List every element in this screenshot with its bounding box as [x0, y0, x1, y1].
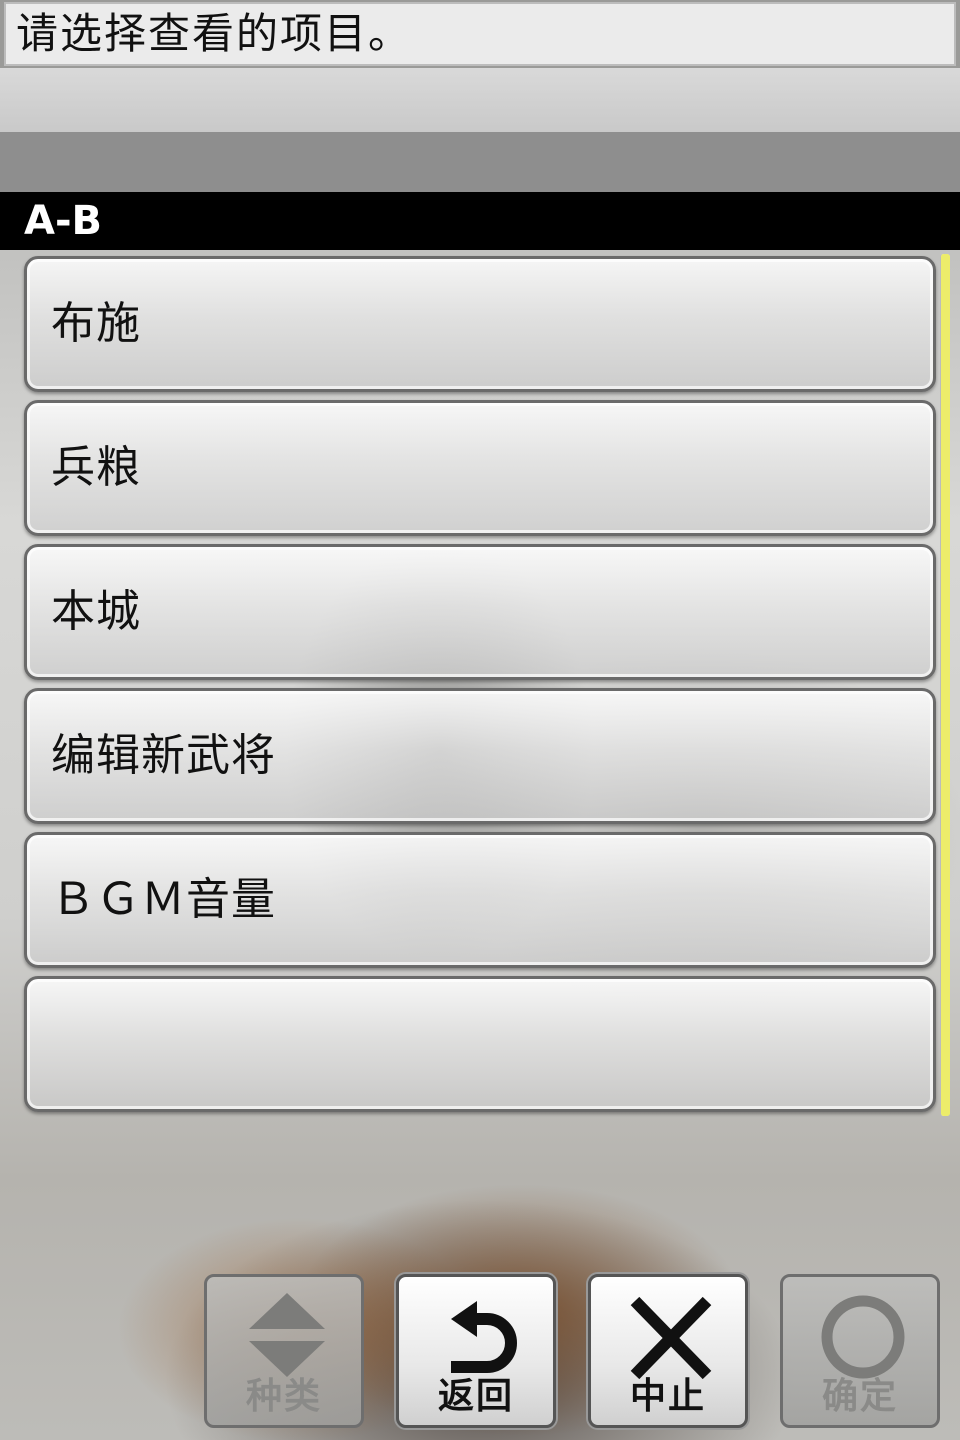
list-item-empty[interactable]	[24, 976, 936, 1112]
list-item-bgm-volume[interactable]: ＢＧＭ音量	[24, 832, 936, 968]
confirm-button-label: 确定	[821, 1376, 898, 1417]
gray-band	[0, 132, 960, 192]
back-button-label: 返回	[437, 1376, 514, 1417]
list-item-label: 本城	[51, 586, 141, 637]
instruction-message: 请选择查看的项目。	[4, 2, 956, 66]
list-item-label: 兵粮	[51, 442, 141, 493]
cancel-button[interactable]: 中止	[588, 1274, 748, 1428]
list-item-label: 布施	[51, 298, 141, 349]
section-header: A-B	[0, 192, 960, 250]
confirm-button[interactable]: 确定	[780, 1274, 940, 1428]
scrollbar-thumb[interactable]	[941, 254, 950, 1116]
list-item-label: 编辑新武将	[51, 730, 276, 781]
top-decorative-strip	[0, 68, 960, 132]
list-item-donation[interactable]: 布施	[24, 256, 936, 392]
category-button[interactable]: 种类	[204, 1274, 364, 1428]
cancel-button-label: 中止	[629, 1376, 706, 1417]
list-item-home-castle[interactable]: 本城	[24, 544, 936, 680]
back-button[interactable]: 返回	[396, 1274, 556, 1428]
category-button-label: 种类	[245, 1376, 322, 1417]
list-item-edit-officer[interactable]: 编辑新武将	[24, 688, 936, 824]
list-item-provisions[interactable]: 兵粮	[24, 400, 936, 536]
list-item-label: ＢＧＭ音量	[51, 874, 276, 925]
scrollbar[interactable]	[940, 254, 950, 1116]
